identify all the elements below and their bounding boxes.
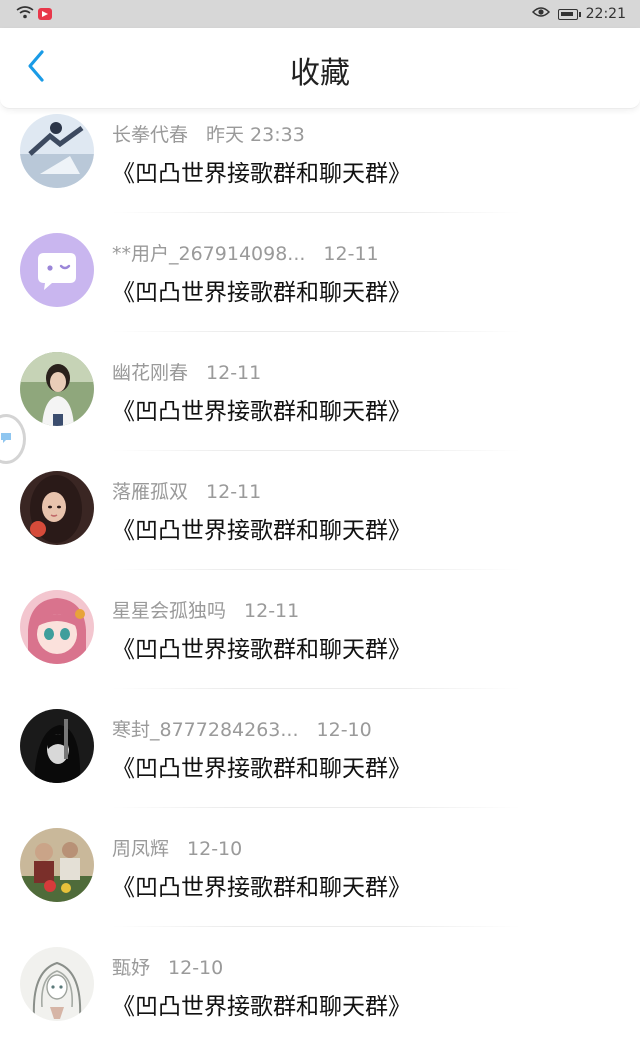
divider (112, 569, 520, 570)
message-text: 《凹凸世界接歌群和聊天群》 (112, 756, 411, 782)
avatar[interactable] (20, 828, 94, 902)
message-text: 《凹凸世界接歌群和聊天群》 (112, 518, 411, 544)
timestamp: 12-11 (206, 362, 262, 384)
item-meta: 甄妤 12-10 (112, 953, 223, 980)
message-text: 《凹凸世界接歌群和聊天群》 (112, 280, 411, 306)
username[interactable]: 周凤辉 (112, 834, 169, 861)
status-bar: 22:21 (0, 0, 640, 28)
avatar[interactable] (20, 114, 94, 188)
timestamp: 12-11 (206, 481, 262, 503)
username[interactable]: 星星会孤独吗 (112, 596, 226, 623)
item-meta: **用户_267914098... 12-11 (112, 239, 379, 266)
status-left (16, 5, 52, 23)
favorite-item[interactable]: 周凤辉 12-10 《凹凸世界接歌群和聊天群》 (0, 822, 640, 941)
timestamp: 12-11 (323, 243, 379, 265)
favorites-list: 长拳代春 昨天 23:33 《凹凸世界接歌群和聊天群》 **用户_2679140… (0, 108, 640, 1060)
username[interactable]: 寒封_8777284263... (112, 715, 299, 742)
message-text: 《凹凸世界接歌群和聊天群》 (112, 161, 411, 187)
divider (112, 450, 520, 451)
app-header: 收藏 (0, 28, 640, 109)
app-notification-icon (38, 8, 52, 20)
chat-bubble-icon (0, 429, 14, 449)
eye-icon (531, 6, 550, 22)
item-meta: 长拳代春 昨天 23:33 (112, 120, 305, 147)
message-text: 《凹凸世界接歌群和聊天群》 (112, 399, 411, 425)
avatar[interactable] (20, 471, 94, 545)
divider (112, 212, 520, 213)
timestamp: 12-10 (168, 957, 224, 979)
status-right: 22:21 (531, 6, 626, 22)
message-text: 《凹凸世界接歌群和聊天群》 (112, 875, 411, 901)
timestamp: 12-11 (244, 600, 300, 622)
item-meta: 周凤辉 12-10 (112, 834, 242, 861)
avatar[interactable] (20, 590, 94, 664)
timestamp: 12-10 (187, 838, 243, 860)
divider (112, 807, 520, 808)
username[interactable]: **用户_267914098... (112, 239, 305, 266)
message-text: 《凹凸世界接歌群和聊天群》 (112, 994, 411, 1020)
timestamp: 昨天 23:33 (206, 124, 305, 146)
avatar[interactable] (20, 947, 94, 1021)
avatar[interactable] (20, 352, 94, 426)
battery-icon (557, 8, 581, 20)
username[interactable]: 甄妤 (112, 953, 150, 980)
favorite-item[interactable]: **用户_267914098... 12-11 《凹凸世界接歌群和聊天群》 (0, 227, 640, 346)
favorite-item[interactable]: 落雁孤双 12-11 《凹凸世界接歌群和聊天群》 (0, 465, 640, 584)
item-meta: 落雁孤双 12-11 (112, 477, 261, 504)
favorite-item[interactable]: 寒封_8777284263... 12-10 《凹凸世界接歌群和聊天群》 (0, 703, 640, 822)
username[interactable]: 落雁孤双 (112, 477, 188, 504)
divider (112, 331, 520, 332)
favorite-item[interactable]: 星星会孤独吗 12-11 《凹凸世界接歌群和聊天群》 (0, 584, 640, 703)
favorite-item[interactable]: 甄妤 12-10 《凹凸世界接歌群和聊天群》 (0, 941, 640, 1060)
item-meta: 星星会孤独吗 12-11 (112, 596, 299, 623)
divider (112, 688, 520, 689)
favorite-item[interactable]: 幽花刚春 12-11 《凹凸世界接歌群和聊天群》 (0, 346, 640, 465)
divider (112, 926, 520, 927)
message-text: 《凹凸世界接歌群和聊天群》 (112, 637, 411, 663)
avatar[interactable] (20, 233, 94, 307)
username[interactable]: 长拳代春 (112, 120, 188, 147)
status-time: 22:21 (585, 6, 626, 22)
username[interactable]: 幽花刚春 (112, 358, 188, 385)
page-title: 收藏 (290, 56, 350, 91)
timestamp: 12-10 (316, 719, 372, 741)
item-meta: 寒封_8777284263... 12-10 (112, 715, 372, 742)
item-meta: 幽花刚春 12-11 (112, 358, 261, 385)
wifi-icon (16, 5, 34, 23)
avatar[interactable] (20, 709, 94, 783)
favorite-item[interactable]: 长拳代春 昨天 23:33 《凹凸世界接歌群和聊天群》 (0, 108, 640, 227)
